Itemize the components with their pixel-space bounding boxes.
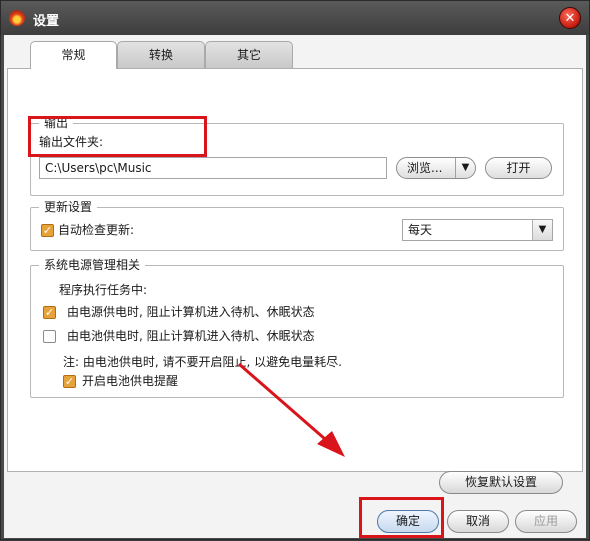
annotation-arrow-icon: [238, 362, 345, 457]
settings-window: 设置 ✕ 常规 转换 其它 输出 输出文件夹: C:\Users\pc\Musi…: [0, 0, 590, 540]
tab-general-label: 常规: [61, 48, 86, 62]
tab-general[interactable]: 常规: [30, 41, 117, 69]
